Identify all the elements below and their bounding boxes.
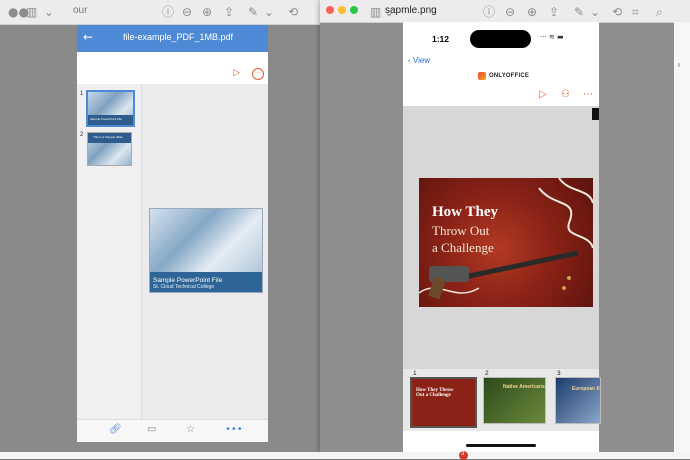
front-window-title: sapmle.png xyxy=(385,5,437,16)
zoom-out-icon[interactable]: ⊖ xyxy=(505,5,515,19)
pdf-slide-preview: Sample PowerPoint File St. Cloud Technic… xyxy=(149,208,263,293)
star-icon[interactable]: ☆ xyxy=(186,424,195,435)
dynamic-island xyxy=(470,30,531,48)
zoom-in-icon[interactable]: ⊕ xyxy=(202,5,212,19)
sidebar-toggle-icon[interactable]: ▥ xyxy=(370,5,381,19)
rotate-icon[interactable]: ⟲ xyxy=(612,5,622,19)
zoom-button[interactable] xyxy=(350,6,358,14)
thumb-number: 1 xyxy=(80,91,84,97)
slide-subtitle: St. Cloud Technical College xyxy=(153,284,215,290)
signal-wifi-battery-icon: ··· ≋ ▬ xyxy=(540,33,564,41)
window-gutter xyxy=(274,25,320,459)
desktop-background xyxy=(0,452,690,459)
pdf-title: file-example_PDF_1MB.pdf xyxy=(123,32,234,42)
pdf-app-bar: ← file-example_PDF_1MB.pdf xyxy=(77,25,268,52)
thumb-caption: Sample PowerPoint File xyxy=(90,117,123,121)
pdf-thumbnail-1[interactable]: Sample PowerPoint File xyxy=(86,90,135,127)
more-dots-icon[interactable]: ••• xyxy=(225,424,243,435)
home-indicator-area xyxy=(403,431,599,452)
thumb-number: 2 xyxy=(485,370,489,377)
comment-icon[interactable]: ▭ xyxy=(147,424,156,435)
view-back-link[interactable]: ‹ View xyxy=(408,56,430,65)
pdf-bottom-bar: 🔗︎ ▭ ☆ ••• xyxy=(77,419,268,442)
markup-icon[interactable]: ✎ xyxy=(574,5,584,19)
zoom-out-icon[interactable]: ⊖ xyxy=(182,5,192,19)
crop-icon[interactable]: ⌗ xyxy=(632,5,639,19)
front-window-toolbar: ▥ ⌄ ⓘ ⊖ ⊕ ⇪ ✎ ⌄ ⟲ ⌗ ⌕ xyxy=(320,0,690,23)
onlyoffice-logo-text: ONLYOFFICE xyxy=(489,73,530,79)
home-indicator[interactable] xyxy=(466,444,536,447)
play-icon[interactable]: ▷ xyxy=(233,68,240,78)
onlyoffice-logo-icon xyxy=(478,72,486,80)
back-window-toolbar: ●● ▥ ⌄ our ⓘ ⊖ ⊕ ⇪ ✎ ⌄ ⟲ xyxy=(0,0,320,25)
more-icon[interactable]: ··· xyxy=(252,68,264,80)
slide-thumbnail-3[interactable]: European K xyxy=(555,377,601,424)
search-icon[interactable]: ⌕ xyxy=(656,5,663,19)
more-icon[interactable]: ⋯ xyxy=(583,89,593,100)
play-icon[interactable]: ▷ xyxy=(539,89,547,100)
slide-title: Sample PowerPoint File xyxy=(153,277,223,284)
share-icon[interactable]: ⇪ xyxy=(224,5,234,19)
link-icon[interactable]: 🔗︎ xyxy=(109,424,122,435)
rotate-icon[interactable]: ⟲ xyxy=(288,5,298,19)
thumb-caption: European K xyxy=(572,386,601,392)
thumb-caption: This is a Sample Slide xyxy=(93,135,123,139)
thumb-number: 1 xyxy=(413,370,417,377)
clipped-text: ı xyxy=(678,62,680,69)
current-slide: How They Throw Out a Challenge xyxy=(419,178,593,307)
minimize-button[interactable] xyxy=(338,6,346,14)
back-window-title: our xyxy=(73,5,88,16)
markup-icon[interactable]: ✎ xyxy=(248,5,258,19)
slide-heading-line1: How They xyxy=(432,204,498,220)
status-time: 1:12 xyxy=(432,34,450,44)
thumb-caption: How They Throw Out a Challenge xyxy=(416,388,454,398)
close-button[interactable] xyxy=(326,6,334,14)
zoom-in-icon[interactable]: ⊕ xyxy=(527,5,537,19)
slide-heading-line2: Throw Out xyxy=(432,223,490,238)
chevron-down-icon[interactable]: ⌄ xyxy=(590,5,600,19)
back-arrow-icon[interactable]: ← xyxy=(83,30,93,44)
info-icon[interactable]: ⓘ xyxy=(162,5,174,19)
thumb-caption: Native Americans xyxy=(503,384,545,390)
pdf-thumbnail-2[interactable]: This is a Sample Slide xyxy=(87,132,132,166)
share-icon[interactable]: ⇪ xyxy=(549,5,559,19)
slide-heading-line3: a Challenge xyxy=(432,240,494,255)
scroll-indicator xyxy=(592,108,599,120)
slide-thumbnail-2[interactable]: Native Americans xyxy=(483,377,546,424)
thumb-number: 3 xyxy=(557,370,561,377)
info-icon[interactable]: ⓘ xyxy=(483,5,495,19)
chevron-down-icon[interactable]: ⌄ xyxy=(44,5,54,19)
chevron-down-icon[interactable]: ⌄ xyxy=(264,5,274,19)
background-window-edge xyxy=(674,22,690,452)
thumb-number: 2 xyxy=(80,132,84,138)
sidebar-toggle-icon[interactable]: ▥ xyxy=(26,5,37,19)
users-icon[interactable]: ⚇ xyxy=(561,89,570,100)
slide-thumbnail-1[interactable]: How They Throw Out a Challenge xyxy=(410,377,477,428)
